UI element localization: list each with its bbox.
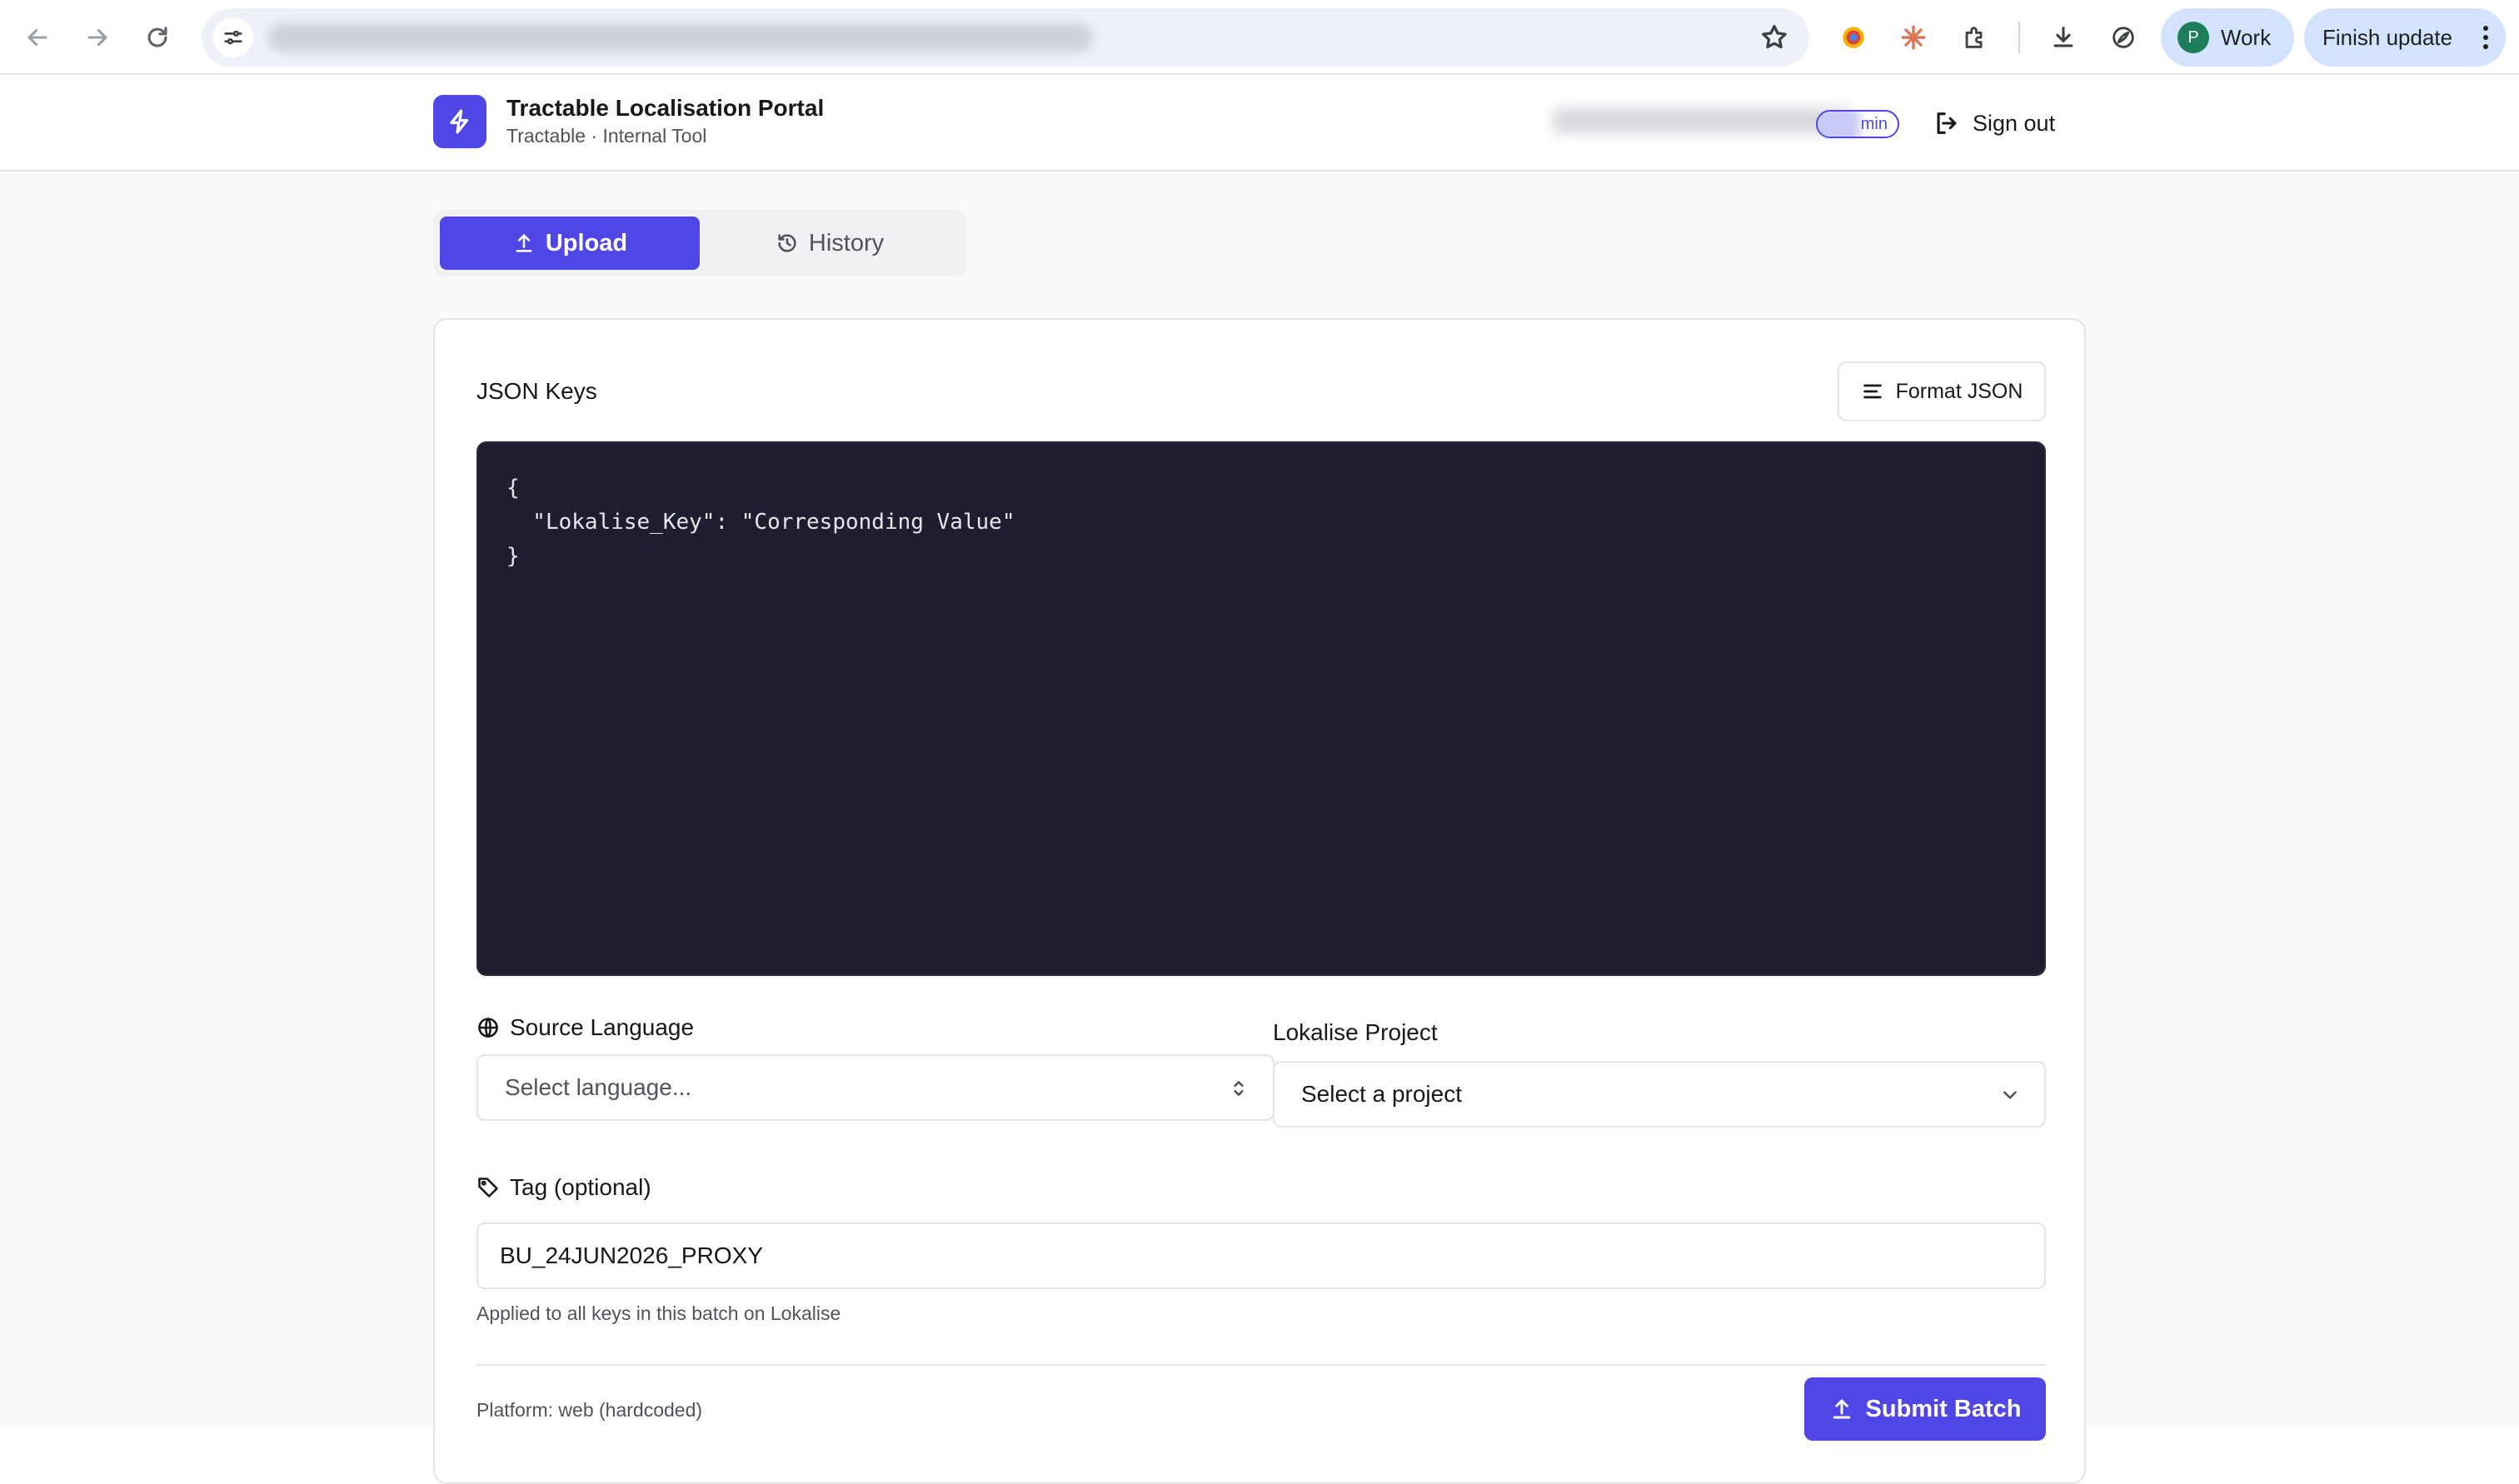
history-icon	[778, 234, 796, 252]
chevrons-up-down-icon	[1228, 1078, 1250, 1099]
globe-icon	[478, 1018, 498, 1038]
lokalise-project-placeholder: Select a project	[1301, 1081, 1462, 1107]
source-language-placeholder: Select language...	[505, 1074, 692, 1100]
extension-button[interactable]	[1833, 17, 1874, 58]
arrow-left-icon	[27, 28, 47, 47]
tab-bar: Upload History	[433, 210, 966, 276]
format-json-button[interactable]: Format JSON	[1838, 361, 2046, 421]
main-content: Upload History JSON Keys Format JSON { "…	[0, 172, 2519, 1484]
sparkle-icon	[1901, 25, 1926, 50]
json-editor-content[interactable]: { "Lokalise_Key": "Corresponding Value" …	[506, 471, 2016, 574]
profile-button[interactable]: P Work	[2161, 8, 2294, 67]
upload-form-card: JSON Keys Format JSON { "Lokalise_Key": …	[433, 318, 2086, 1484]
json-keys-label-text: JSON Keys	[476, 378, 597, 404]
submit-batch-label: Submit Batch	[1865, 1395, 2022, 1422]
extension-colorful-icon	[1843, 27, 1864, 48]
form-divider	[476, 1364, 2046, 1366]
forward-button[interactable]	[77, 17, 118, 58]
tag-label: Tag (optional)	[476, 1174, 651, 1201]
lokalise-project-label: Lokalise Project	[1273, 1019, 1438, 1046]
json-code-editor[interactable]: { "Lokalise_Key": "Corresponding Value" …	[476, 441, 2046, 976]
source-language-label: Source Language	[476, 1014, 694, 1041]
puzzle-icon	[1965, 27, 1983, 48]
user-email-redacted	[1553, 108, 1853, 133]
arrow-right-icon	[87, 28, 107, 47]
back-button[interactable]	[17, 17, 58, 58]
more-vert-icon	[2481, 23, 2491, 52]
role-badge-label: min	[1860, 114, 1888, 133]
submit-batch-button[interactable]: Submit Batch	[1804, 1377, 2046, 1441]
performance-button[interactable]	[2102, 17, 2144, 58]
reload-button[interactable]	[137, 17, 178, 58]
chevron-down-icon	[1999, 1084, 2021, 1106]
tag-icon	[478, 1178, 498, 1198]
toolbar-separator	[2018, 22, 2020, 53]
platform-note: Platform: web (hardcoded)	[476, 1399, 703, 1421]
finish-update-button[interactable]: Finish update	[2304, 8, 2506, 67]
tab-history-label: History	[808, 229, 885, 256]
lokalise-project-label-text: Lokalise Project	[1273, 1019, 1438, 1045]
sign-out-button[interactable]: Sign out	[1933, 103, 2055, 143]
lightning-icon	[450, 109, 469, 134]
claude-extension-button[interactable]	[1893, 17, 1934, 58]
format-json-label: Format JSON	[1895, 379, 2023, 403]
upload-icon	[516, 234, 532, 252]
lokalise-project-select[interactable]: Select a project	[1273, 1061, 2046, 1128]
profile-label: Work	[2221, 24, 2272, 50]
tag-helper-text: Applied to all keys in this batch on Lok…	[476, 1302, 841, 1324]
download-icon	[2053, 27, 2073, 47]
role-badge: min	[1816, 110, 1899, 138]
reload-icon	[147, 27, 167, 47]
logout-icon	[1937, 112, 1957, 134]
browser-toolbar: P Work Finish update	[0, 0, 2519, 75]
tab-upload[interactable]: Upload	[440, 217, 700, 270]
url-text-redacted[interactable]	[268, 23, 1093, 52]
tab-history[interactable]: History	[700, 217, 960, 270]
json-keys-label: JSON Keys	[476, 378, 597, 405]
tag-input[interactable]	[476, 1223, 2046, 1289]
tune-icon	[224, 30, 242, 45]
finish-update-label: Finish update	[2322, 24, 2453, 50]
site-settings-button[interactable]	[213, 17, 253, 57]
tab-upload-label: Upload	[545, 229, 628, 256]
app-subtitle: Tractable · Internal Tool	[506, 125, 707, 147]
bookmark-button[interactable]	[1759, 22, 1789, 52]
star-icon	[1762, 24, 1787, 49]
sign-out-label: Sign out	[1973, 110, 2056, 136]
app-logo	[433, 95, 486, 148]
avatar: P	[2177, 22, 2209, 53]
address-bar[interactable]	[202, 8, 1809, 67]
downloads-button[interactable]	[2043, 17, 2084, 58]
source-language-label-text: Source Language	[510, 1014, 695, 1040]
upload-icon	[1833, 1399, 1850, 1419]
source-language-select[interactable]: Select language...	[476, 1054, 1274, 1121]
app-header: Tractable Localisation Portal Tractable …	[0, 75, 2519, 172]
tag-label-text: Tag (optional)	[510, 1174, 651, 1200]
app-title: Tractable Localisation Portal	[506, 95, 825, 121]
leaf-icon	[2112, 27, 2134, 48]
extensions-menu-button[interactable]	[1954, 17, 1996, 58]
align-left-icon	[1863, 384, 1882, 399]
